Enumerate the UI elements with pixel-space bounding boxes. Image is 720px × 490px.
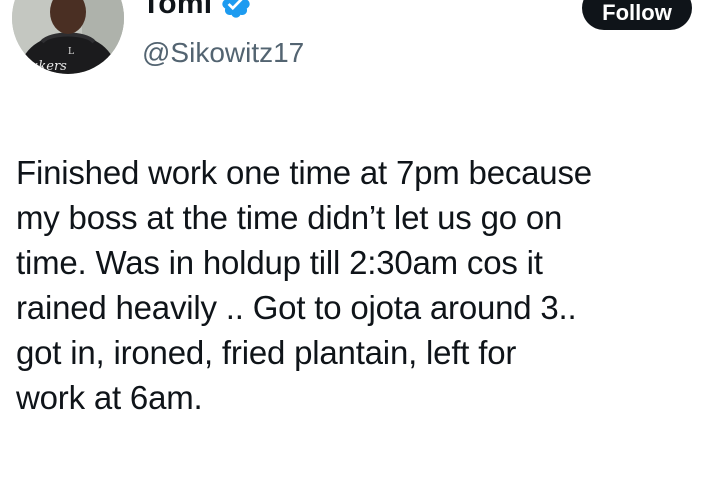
svg-text:L: L [68,47,74,57]
tweet-text: Finished work one time at 7pm because my… [16,154,592,416]
author-handle[interactable]: @Sikowitz17 [142,36,304,70]
author-name-row: Tomi [142,0,252,22]
author-avatar[interactable]: ukers L [12,0,124,74]
svg-text:ukers: ukers [30,59,67,74]
tweet-card: ukers L Tomi @Sikowitz17 Follow Finished… [0,0,720,490]
avatar-photo-icon: ukers L [12,0,124,74]
verified-badge-icon [220,0,252,20]
author-display-name[interactable]: Tomi [142,0,212,22]
follow-button[interactable]: Follow [582,0,692,30]
